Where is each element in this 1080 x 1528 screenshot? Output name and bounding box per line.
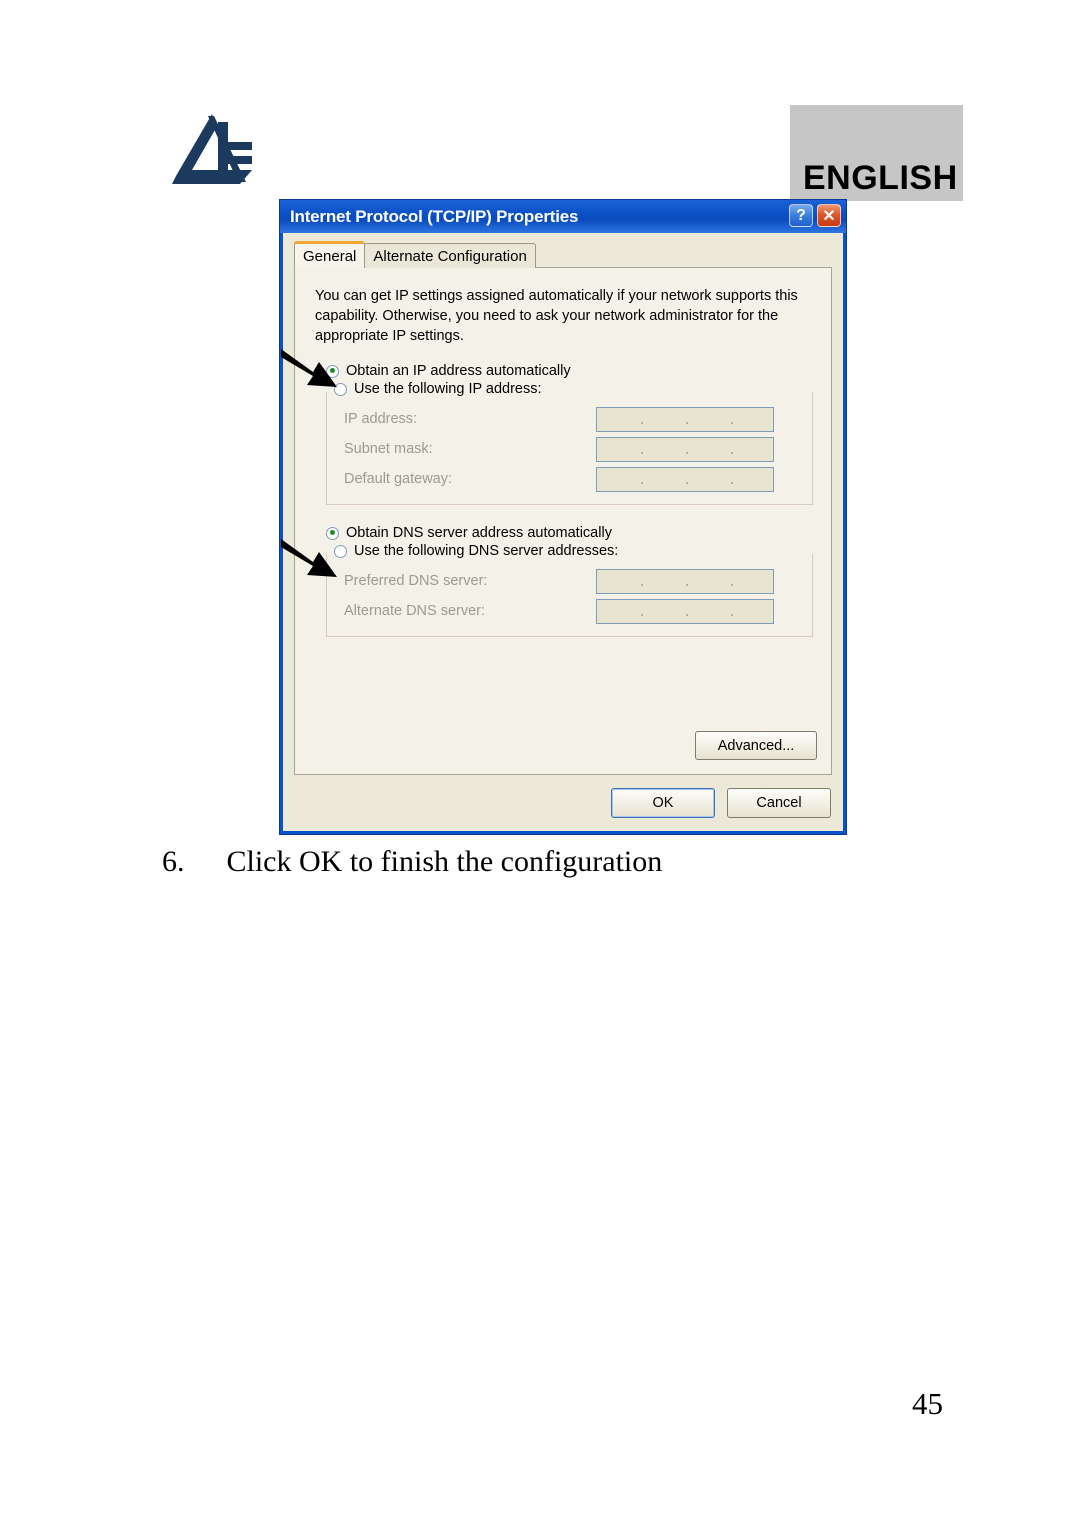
- field-row-default-gateway: Default gateway:: [344, 464, 806, 494]
- close-icon[interactable]: ✕: [817, 204, 841, 227]
- dialog-title: Internet Protocol (TCP/IP) Properties: [290, 206, 579, 226]
- radio-use-following-ip[interactable]: Use the following IP address:: [334, 381, 549, 397]
- tcpip-properties-dialog: Internet Protocol (TCP/IP) Properties ? …: [279, 199, 847, 835]
- tab-general[interactable]: General: [294, 241, 366, 268]
- ok-button[interactable]: OK: [611, 788, 715, 818]
- tab-panel-general: You can get IP settings assigned automat…: [294, 267, 832, 775]
- radio-use-following-ip-label: Use the following IP address:: [354, 381, 542, 397]
- preferred-dns-label: Preferred DNS server:: [344, 573, 488, 589]
- field-row-alternate-dns: Alternate DNS server:: [344, 596, 806, 626]
- field-row-ip-address: IP address:: [344, 404, 806, 434]
- tab-strip: General Alternate Configuration: [294, 241, 536, 268]
- subnet-mask-label: Subnet mask:: [344, 441, 433, 457]
- preferred-dns-input[interactable]: [596, 568, 774, 594]
- radio-obtain-dns-automatically[interactable]: Obtain DNS server address automatically: [326, 522, 817, 544]
- dialog-titlebar: Internet Protocol (TCP/IP) Properties ? …: [280, 200, 846, 233]
- ip-address-group: Use the following IP address: IP address…: [326, 381, 813, 505]
- subnet-mask-input[interactable]: [596, 436, 774, 462]
- dialog-body: General Alternate Configuration You can …: [283, 233, 843, 831]
- atlantis-land-logo: [172, 114, 252, 184]
- radio-use-following-dns[interactable]: Use the following DNS server addresses:: [334, 543, 626, 559]
- alternate-dns-label: Alternate DNS server:: [344, 603, 486, 619]
- dialog-footer: OK Cancel: [611, 788, 831, 818]
- radio-obtain-ip-automatically[interactable]: Obtain an IP address automatically: [326, 360, 817, 382]
- radio-use-following-dns-label: Use the following DNS server addresses:: [354, 543, 619, 559]
- language-badge-label: ENGLISH: [803, 159, 958, 197]
- tab-alternate-configuration[interactable]: Alternate Configuration: [364, 243, 536, 268]
- titlebar-buttons: ? ✕: [789, 204, 841, 227]
- default-gateway-label: Default gateway:: [344, 471, 453, 487]
- default-gateway-input[interactable]: [596, 466, 774, 492]
- cancel-button[interactable]: Cancel: [727, 788, 831, 818]
- step-number: 6.: [162, 845, 185, 878]
- radio-button-icon[interactable]: [334, 544, 347, 558]
- advanced-button[interactable]: Advanced...: [695, 731, 817, 760]
- ip-address-label: IP address:: [344, 411, 418, 427]
- language-badge: ENGLISH: [790, 105, 963, 201]
- field-row-subnet-mask: Subnet mask:: [344, 434, 806, 464]
- step-caption: 6. Click OK to finish the configuration: [162, 845, 662, 879]
- radio-button-icon[interactable]: [326, 364, 339, 378]
- radio-button-icon[interactable]: [334, 382, 347, 396]
- ip-address-input[interactable]: [596, 406, 774, 432]
- dns-server-group: Use the following DNS server addresses: …: [326, 543, 813, 637]
- radio-button-icon[interactable]: [326, 526, 339, 540]
- radio-obtain-dns-automatically-label: Obtain DNS server address automatically: [346, 525, 612, 541]
- step-text: Click OK to finish the configuration: [226, 845, 663, 878]
- help-icon[interactable]: ?: [789, 204, 813, 227]
- field-row-preferred-dns: Preferred DNS server:: [344, 566, 806, 596]
- radio-obtain-ip-automatically-label: Obtain an IP address automatically: [346, 363, 571, 379]
- intro-text: You can get IP settings assigned automat…: [315, 288, 798, 344]
- alternate-dns-input[interactable]: [596, 598, 774, 624]
- page-number: 45: [912, 1386, 943, 1421]
